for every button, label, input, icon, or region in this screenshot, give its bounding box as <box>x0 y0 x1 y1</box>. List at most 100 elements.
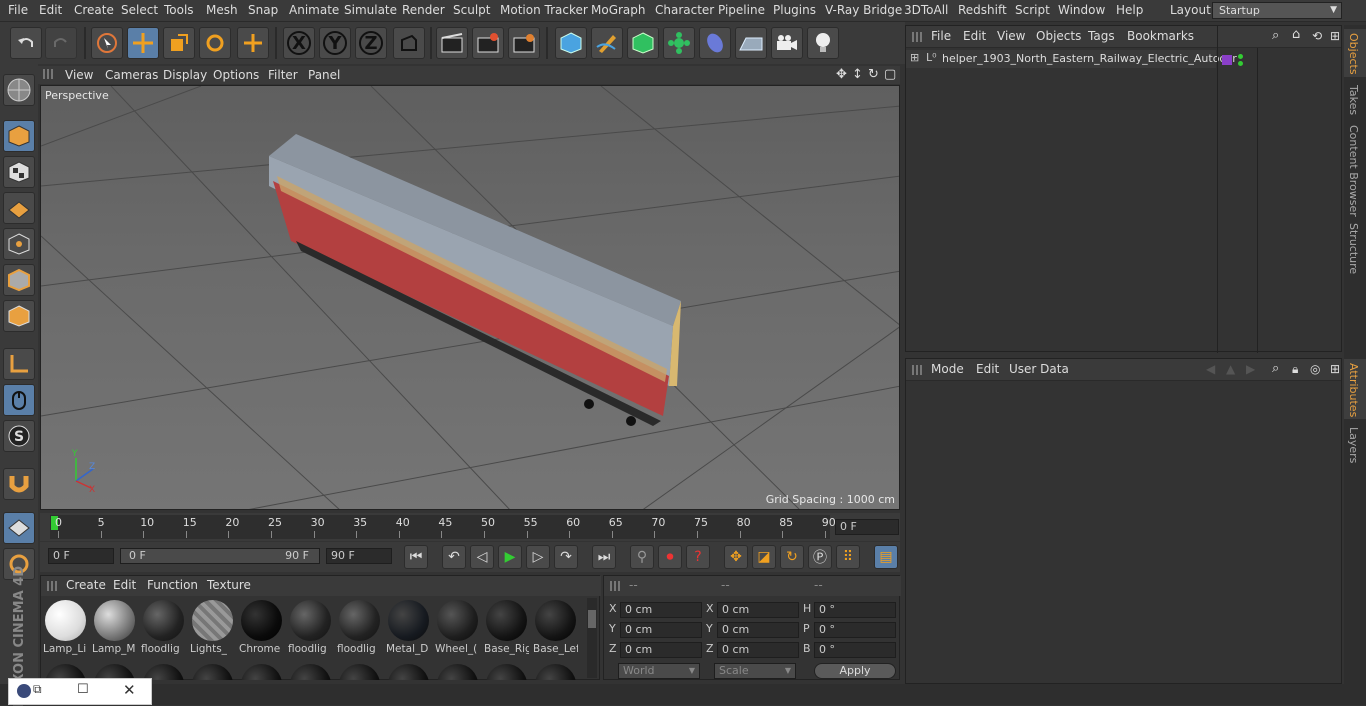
size-field[interactable]: 0 cm <box>717 602 799 618</box>
new-panel-icon[interactable]: ⊞ <box>1330 362 1340 376</box>
dolly-view-icon[interactable]: ↕ <box>852 67 863 82</box>
search-icon[interactable]: ⌕ <box>1272 28 1279 43</box>
menu-select[interactable]: Select <box>121 3 158 17</box>
menu-motion-tracker[interactable]: Motion Tracker <box>500 3 588 17</box>
viewport-menu-cameras[interactable]: Cameras <box>105 68 158 82</box>
key-scale-button[interactable]: ◪ <box>752 545 776 569</box>
search-icon[interactable]: ⌕ <box>1272 361 1279 376</box>
menu-sculpt[interactable]: Sculpt <box>453 3 490 17</box>
material-swatch[interactable] <box>337 662 382 680</box>
subdivision-button[interactable] <box>627 27 659 59</box>
polygons-mode-button[interactable] <box>3 300 35 332</box>
texture-mode-button[interactable] <box>3 156 35 188</box>
workplane-lock-button[interactable] <box>3 512 35 544</box>
material-scrollbar[interactable] <box>587 598 597 678</box>
cube-button[interactable] <box>555 27 587 59</box>
size-field[interactable]: 0 cm <box>717 642 799 658</box>
go-to-end-button[interactable]: ⏭ <box>592 545 616 569</box>
world-select[interactable]: World ▼ <box>618 663 700 679</box>
back-icon[interactable]: ⟲ <box>1312 29 1322 43</box>
mat-menu-texture[interactable]: Texture <box>207 578 251 592</box>
start-frame-field[interactable]: 0 F <box>48 548 114 564</box>
material-swatch[interactable] <box>190 662 235 680</box>
maximize-icon[interactable]: ☐ <box>77 682 89 697</box>
expand-icon[interactable]: ⊞ <box>910 51 919 64</box>
mat-menu-function[interactable]: Function <box>147 578 198 592</box>
menu-edit[interactable]: Edit <box>39 3 62 17</box>
position-field[interactable]: 0 cm <box>620 642 702 658</box>
tab-takes[interactable]: Takes <box>1347 85 1360 115</box>
material-swatch[interactable]: floodlig <box>141 598 186 658</box>
menu-tools[interactable]: Tools <box>164 3 194 17</box>
layer-tag[interactable] <box>1222 55 1232 65</box>
workplane-button[interactable] <box>3 192 35 224</box>
deformer-button[interactable] <box>699 27 731 59</box>
om-menu-view[interactable]: View <box>997 29 1025 43</box>
back-arrow-icon[interactable]: ◀ <box>1206 362 1215 376</box>
visibility-editor-dot[interactable] <box>1238 54 1243 59</box>
scale-select[interactable]: Scale ▼ <box>714 663 796 679</box>
viewport-menu-options[interactable]: Options <box>213 68 259 82</box>
tab-objects[interactable]: Objects <box>1347 33 1360 75</box>
material-swatch[interactable] <box>288 662 333 680</box>
am-menu-mode[interactable]: Mode <box>931 362 964 376</box>
camera-button[interactable] <box>771 27 803 59</box>
points-mode-button[interactable] <box>3 228 35 260</box>
pan-view-icon[interactable]: ✥ <box>836 67 847 82</box>
cloner-button[interactable] <box>663 27 695 59</box>
material-swatch[interactable]: floodlig <box>288 598 333 658</box>
timeline-window-button[interactable]: ▤ <box>874 545 898 569</box>
menu-vray-bridge[interactable]: V-Ray Bridge <box>825 3 902 17</box>
rotate-button[interactable] <box>199 27 231 59</box>
edges-mode-button[interactable] <box>3 264 35 296</box>
material-swatch[interactable]: Lamp_M <box>92 598 137 658</box>
object-name[interactable]: helper_1903_North_Eastern_Railway_Electr… <box>942 52 1237 65</box>
menu-snap[interactable]: Snap <box>248 3 278 17</box>
material-swatch[interactable] <box>435 662 480 680</box>
menu-character[interactable]: Character <box>655 3 714 17</box>
next-frame-button[interactable]: ▷ <box>526 545 550 569</box>
om-menu-tags[interactable]: Tags <box>1088 29 1115 43</box>
render-picture-viewer-button[interactable] <box>472 27 504 59</box>
solo-button[interactable]: S <box>3 420 35 452</box>
apply-button[interactable]: Apply <box>814 663 896 679</box>
live-selection-button[interactable] <box>91 27 123 59</box>
visibility-render-dot[interactable] <box>1238 61 1243 66</box>
keyframe-selection-button[interactable]: ? <box>686 545 710 569</box>
light-button[interactable] <box>807 27 839 59</box>
viewport-menu-display[interactable]: Display <box>163 68 207 82</box>
rotation-field[interactable]: 0 ° <box>814 642 896 658</box>
menu-mesh[interactable]: Mesh <box>206 3 238 17</box>
om-menu-bookmarks[interactable]: Bookmarks <box>1127 29 1194 43</box>
go-to-start-button[interactable]: ⏮ <box>404 545 428 569</box>
menu-script[interactable]: Script <box>1015 3 1050 17</box>
snapping-button[interactable] <box>3 468 35 500</box>
mat-menu-create[interactable]: Create <box>66 578 106 592</box>
current-frame-field[interactable]: 0 F <box>835 519 899 535</box>
target-icon[interactable]: ◎ <box>1310 362 1320 376</box>
render-view-button[interactable] <box>436 27 468 59</box>
render-settings-button[interactable] <box>508 27 540 59</box>
key-rotation-button[interactable]: ↻ <box>780 545 804 569</box>
train-model[interactable] <box>269 134 681 426</box>
forward-arrow-icon[interactable]: ▶ <box>1246 362 1255 376</box>
record-button[interactable]: ⚲ <box>630 545 654 569</box>
restore-icon[interactable]: ⧉ <box>33 682 42 697</box>
size-field[interactable]: 0 cm <box>717 622 799 638</box>
new-panel-icon[interactable]: ⊞ <box>1330 29 1340 43</box>
model-mode-button[interactable] <box>3 120 35 152</box>
menu-3dtoall[interactable]: 3DToAll <box>904 3 948 17</box>
om-menu-edit[interactable]: Edit <box>963 29 986 43</box>
material-swatch[interactable]: Lights_ <box>190 598 235 658</box>
rotation-field[interactable]: 0 ° <box>814 602 896 618</box>
play-button[interactable]: ▶ <box>498 545 522 569</box>
viewport-3d[interactable]: Y Z X Perspective Grid Spacing : 1000 cm <box>40 85 900 510</box>
maximize-view-icon[interactable]: ▢ <box>884 67 896 82</box>
position-field[interactable]: 0 cm <box>620 622 702 638</box>
tab-attributes[interactable]: Attributes <box>1347 363 1360 417</box>
viewport-menu-filter[interactable]: Filter <box>268 68 298 82</box>
timeline-ruler[interactable]: 0 5 10 15 20 25 30 35 40 45 50 55 60 65 70 75 80 85 90 0 F <box>40 513 900 541</box>
menu-render[interactable]: Render <box>402 3 445 17</box>
move-button[interactable] <box>127 27 159 59</box>
material-swatch[interactable]: floodlig <box>337 598 382 658</box>
